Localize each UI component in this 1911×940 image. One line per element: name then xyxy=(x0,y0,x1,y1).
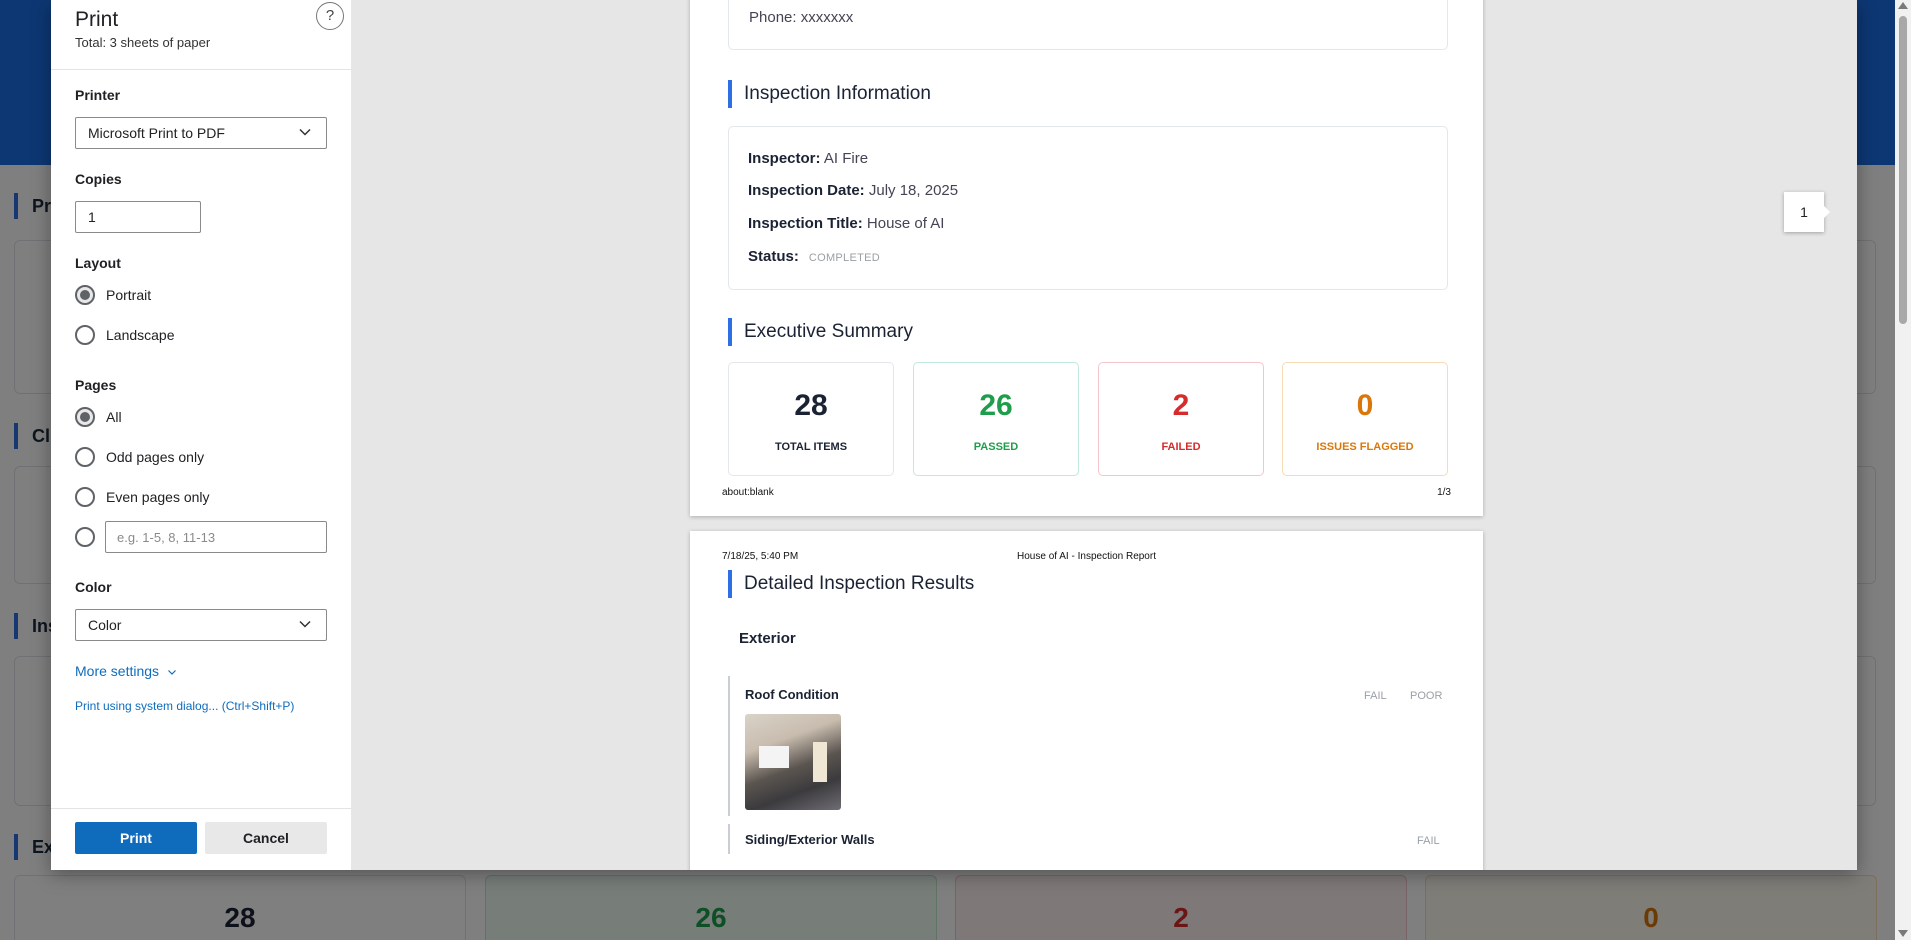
result-item-title: Roof Condition xyxy=(745,687,839,702)
radio-unchecked-icon[interactable] xyxy=(75,487,95,507)
page-footer-url: about:blank xyxy=(722,487,774,498)
inspection-date-line: Inspection Date: July 18, 2025 xyxy=(748,182,958,199)
stat-failed: 2 FAILED xyxy=(1098,362,1264,476)
print-dialog-header: Print Total: 3 sheets of paper ? xyxy=(51,0,351,70)
preview-page-2: 7/18/25, 5:40 PM House of AI - Inspectio… xyxy=(690,531,1483,870)
result-tag-fail: FAIL xyxy=(1364,690,1387,702)
stat-value: 28 xyxy=(794,389,828,422)
contact-card: Phone: xxxxxxx xyxy=(728,0,1448,50)
inspection-title-label: Inspection Title: xyxy=(748,215,863,232)
stat-total-items: 28 TOTAL ITEMS xyxy=(728,362,894,476)
chevron-down-icon xyxy=(168,670,176,675)
result-tag-fail: FAIL xyxy=(1417,835,1440,847)
layout-option-portrait[interactable]: Portrait xyxy=(75,284,151,306)
sheet-count: Total: 3 sheets of paper xyxy=(75,35,211,50)
chevron-down-icon xyxy=(299,620,311,628)
stat-label: FAILED xyxy=(1161,441,1201,453)
scroll-down-arrow-icon[interactable] xyxy=(1898,930,1908,937)
status-badge: COMPLETED xyxy=(808,252,880,264)
page-number-badge: 1 xyxy=(1784,192,1830,232)
page-footer-number: 1/3 xyxy=(1437,487,1451,498)
pages-option-odd[interactable]: Odd pages only xyxy=(75,446,204,468)
stat-passed: 26 PASSED xyxy=(913,362,1079,476)
inspector-label: Inspector: xyxy=(748,150,821,167)
printer-label: Printer xyxy=(75,87,121,103)
executive-summary-heading: Executive Summary xyxy=(728,318,913,346)
stat-value: 26 xyxy=(979,389,1013,422)
chevron-down-icon xyxy=(299,128,311,136)
detailed-results-heading: Detailed Inspection Results xyxy=(728,570,974,598)
print-dialog: Print Total: 3 sheets of paper ? Printer… xyxy=(51,0,1857,870)
print-button[interactable]: Print xyxy=(75,822,197,854)
radio-checked-icon[interactable] xyxy=(75,407,95,427)
printer-select[interactable]: Microsoft Print to PDF xyxy=(75,117,327,149)
print-dialog-footer: Print Cancel xyxy=(51,808,351,870)
layout-option-label: Portrait xyxy=(106,287,152,303)
copies-label: Copies xyxy=(75,171,122,187)
phone-line: Phone: xxxxxxx xyxy=(749,9,854,26)
pages-label: Pages xyxy=(75,377,117,393)
page-range-input[interactable] xyxy=(105,521,327,553)
result-item: Siding/Exterior Walls FAIL xyxy=(728,824,1448,854)
roof-condition-photo[interactable] xyxy=(745,714,841,810)
system-dialog-link[interactable]: Print using system dialog... (Ctrl+Shift… xyxy=(75,699,294,713)
more-settings-link[interactable]: More settings xyxy=(75,663,177,679)
preview-page-1: Phone: xxxxxxx Inspection Information In… xyxy=(690,0,1483,516)
inspection-information-heading: Inspection Information xyxy=(728,80,931,108)
category-title: Exterior xyxy=(739,630,796,647)
inspection-date-value: July 18, 2025 xyxy=(868,182,959,199)
inspection-title-line: Inspection Title: House of AI xyxy=(748,215,944,232)
printer-select-value: Microsoft Print to PDF xyxy=(88,125,225,141)
window-scrollbar-thumb[interactable] xyxy=(1899,16,1907,324)
stat-label: ISSUES FLAGGED xyxy=(1316,441,1414,453)
more-settings-label: More settings xyxy=(75,663,160,679)
radio-unchecked-icon[interactable] xyxy=(75,527,95,547)
scroll-up-arrow-icon[interactable] xyxy=(1898,2,1908,9)
layout-option-landscape[interactable]: Landscape xyxy=(75,324,175,346)
inspection-title-value: House of AI xyxy=(866,215,945,232)
inspection-date-label: Inspection Date: xyxy=(748,182,865,199)
pages-option-custom[interactable] xyxy=(75,526,95,548)
radio-unchecked-icon[interactable] xyxy=(75,325,95,345)
pages-option-all[interactable]: All xyxy=(75,406,122,428)
print-settings-panel: Print Total: 3 sheets of paper ? Printer… xyxy=(51,0,351,870)
stat-issues-flagged: 0 ISSUES FLAGGED xyxy=(1282,362,1448,476)
result-item-title: Siding/Exterior Walls xyxy=(745,832,875,847)
copies-input[interactable] xyxy=(75,201,201,233)
stat-value: 2 xyxy=(1172,389,1190,422)
color-label: Color xyxy=(75,579,112,595)
pages-option-label: All xyxy=(106,409,122,425)
cancel-button[interactable]: Cancel xyxy=(205,822,327,854)
inspector-value: AI Fire xyxy=(823,150,869,167)
result-tag-rating: POOR xyxy=(1410,690,1443,702)
inspector-line: Inspector: AI Fire xyxy=(748,150,868,167)
pages-option-even[interactable]: Even pages only xyxy=(75,486,210,508)
status-label: Status: xyxy=(748,248,799,265)
window-scrollbar[interactable] xyxy=(1895,0,1911,940)
stat-label: TOTAL ITEMS xyxy=(774,441,848,453)
radio-unchecked-icon[interactable] xyxy=(75,447,95,467)
help-icon[interactable]: ? xyxy=(316,2,344,30)
color-select[interactable]: Color xyxy=(75,609,327,641)
stat-value: 0 xyxy=(1356,389,1374,422)
print-dialog-title: Print xyxy=(75,8,119,31)
status-line: Status: COMPLETED xyxy=(748,248,880,265)
color-select-value: Color xyxy=(88,617,122,633)
pages-option-label: Even pages only xyxy=(106,489,210,505)
print-preview-area[interactable]: Phone: xxxxxxx Inspection Information In… xyxy=(351,0,1857,870)
layout-option-label: Landscape xyxy=(106,327,175,343)
stat-label: PASSED xyxy=(973,441,1019,453)
layout-label: Layout xyxy=(75,255,121,271)
radio-checked-icon[interactable] xyxy=(75,285,95,305)
pages-option-label: Odd pages only xyxy=(106,449,205,465)
page-header-title: House of AI - Inspection Report xyxy=(1017,551,1156,562)
